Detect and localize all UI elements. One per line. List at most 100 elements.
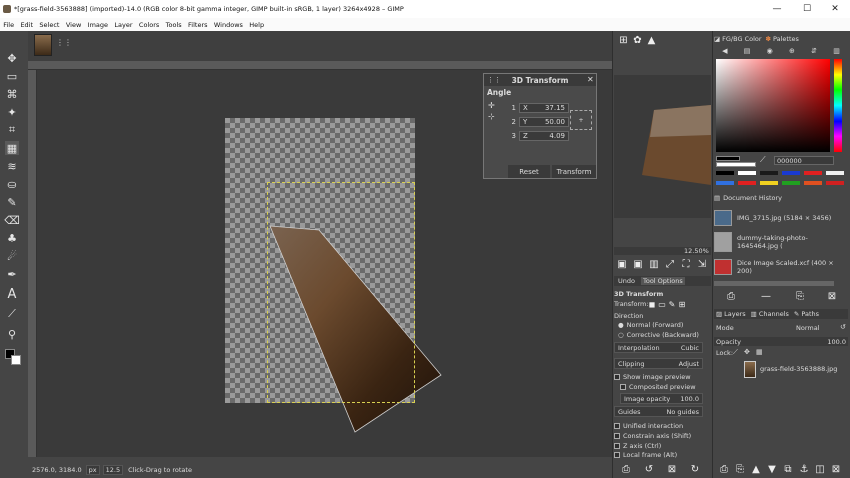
menu-help[interactable]: Help [246, 21, 267, 29]
zoom-select[interactable]: 12.5 [102, 465, 124, 475]
hex-color-field[interactable]: 000000 [774, 156, 834, 165]
fg-color-preview[interactable] [716, 156, 740, 161]
shrink-wrap-icon[interactable]: ⇲ [696, 258, 708, 270]
anchor-layer-icon[interactable]: ⚓ [798, 463, 810, 475]
normal-radio[interactable]: ● Normal (Forward) [618, 320, 683, 330]
color-history-swatch[interactable] [716, 181, 734, 185]
menu-file[interactable]: File [0, 21, 17, 29]
scales-selector-icon[interactable]: ▥ [833, 47, 840, 55]
move-icon[interactable]: ⊹ [488, 112, 495, 121]
lower-layer-icon[interactable]: ▼ [766, 463, 778, 475]
menu-view[interactable]: View [63, 21, 85, 29]
paths-tool-icon[interactable]: ✒ [5, 267, 19, 281]
fit-image-icon[interactable]: ⛶ [680, 258, 692, 270]
menu-image[interactable]: Image [84, 21, 111, 29]
color-history-swatch[interactable] [782, 171, 800, 175]
menu-layer[interactable]: Layer [111, 21, 136, 29]
bg-color-preview[interactable] [716, 162, 756, 167]
show-preview-checkbox[interactable]: Show image preview [614, 372, 691, 382]
minimize-button[interactable]: — [762, 0, 792, 18]
horizontal-ruler[interactable] [28, 61, 612, 70]
clone-tool-icon[interactable]: ♣ [5, 231, 19, 245]
navigator-preview[interactable] [614, 75, 711, 218]
delete-layer-icon[interactable]: ⊠ [830, 463, 842, 475]
close-button[interactable]: ✕ [820, 0, 850, 18]
maximize-button[interactable]: ☐ [792, 0, 822, 18]
transform-image-icon[interactable]: ⊞ [676, 298, 688, 310]
mask-layer-icon[interactable]: ◫ [814, 463, 826, 475]
color-square[interactable] [716, 59, 830, 152]
rotation-pivot-widget[interactable]: + [570, 110, 592, 130]
patterns-tab-icon[interactable]: ▲ [645, 34, 658, 47]
history-item[interactable]: dummy-taking-photo-1645464.jpg ( [714, 231, 848, 253]
open-history-icon[interactable]: ⎙ [725, 290, 737, 302]
transform-button[interactable]: Transform [552, 165, 596, 178]
eraser-icon[interactable]: ⌫ [4, 213, 20, 227]
dialog-drag-icon[interactable]: ⋮⋮ [487, 76, 501, 84]
color-history-swatch[interactable] [826, 171, 844, 175]
menu-filters[interactable]: Filters [185, 21, 211, 29]
duplicate-layer-icon[interactable]: ⧉ [782, 463, 794, 475]
composited-checkbox[interactable]: Composited preview [620, 382, 696, 392]
palettes-tab[interactable]: Palettes [773, 35, 799, 43]
text-tool-icon[interactable]: A [5, 287, 19, 302]
undo-tab[interactable]: Undo [618, 277, 635, 285]
layer-opacity-slider[interactable]: Opacity 100.0 [714, 337, 848, 346]
bucket-fill-icon[interactable]: ⛀ [5, 177, 19, 191]
fuzzy-select-icon[interactable]: ✦ [5, 105, 19, 119]
color-history-swatch[interactable] [826, 181, 844, 185]
hue-strip[interactable] [834, 59, 842, 152]
history-item[interactable]: IMG_3715.jpg (5184 × 3456) [714, 207, 848, 229]
transform-tool-icon[interactable]: ▦ [5, 141, 19, 155]
color-history-swatch[interactable] [804, 171, 822, 175]
lock-position-icon[interactable]: ✥ [744, 348, 750, 356]
paths-tab[interactable]: Paths [801, 310, 819, 318]
zoom-one-icon[interactable]: ▥ [648, 258, 660, 270]
channels-tab[interactable]: Channels [759, 310, 789, 318]
color-history-swatch[interactable] [782, 181, 800, 185]
fit-window-icon[interactable]: ⤢ [664, 258, 676, 270]
local-checkbox[interactable]: Local frame (Alt) [614, 451, 677, 459]
warp-tool-icon[interactable]: ≋ [5, 159, 19, 173]
water-selector-icon[interactable]: ⊕ [789, 47, 795, 55]
delete-options-icon[interactable]: ⊠ [666, 463, 678, 475]
menu-select[interactable]: Select [36, 21, 62, 29]
menu-tools[interactable]: Tools [162, 21, 184, 29]
gimp-selector-icon[interactable]: ◀ [722, 47, 727, 55]
raise-layer-icon[interactable]: ▲ [750, 463, 762, 475]
history-item[interactable]: Dice Image Scaled.xcf (400 × 200) [714, 256, 848, 278]
guides-select[interactable]: Guides No guides [614, 406, 703, 417]
color-history-swatch[interactable] [716, 171, 734, 175]
interpolation-select[interactable]: Interpolation Cubic [614, 342, 703, 353]
lock-pixels-icon[interactable]: ⟋ [733, 348, 738, 357]
dialog-close-icon[interactable]: ✕ [587, 75, 594, 84]
cmyk-selector-icon[interactable]: ▤ [744, 47, 751, 55]
lock-alpha-icon[interactable]: ▦ [756, 348, 763, 356]
tab-menu-icon[interactable]: ⋮⋮ [56, 38, 72, 47]
corrective-radio[interactable]: ○ Corrective (Backward) [618, 330, 699, 340]
wheel-selector-icon[interactable]: ◉ [767, 47, 773, 55]
image-tab-thumbnail[interactable] [34, 34, 52, 56]
tool-options-tab[interactable]: Tool Options [640, 277, 685, 285]
smudge-tool-icon[interactable]: ☄ [5, 249, 19, 263]
reset-options-icon[interactable]: ↻ [689, 463, 701, 475]
unit-select[interactable]: px [85, 465, 100, 475]
layers-tab[interactable]: Layers [724, 310, 746, 318]
color-picker-icon[interactable]: ⟋ [5, 307, 19, 321]
zoom-tool-icon[interactable]: ⚲ [5, 327, 19, 341]
image-opacity-slider[interactable]: Image opacity 100.0 [620, 393, 703, 404]
color-history-swatch[interactable] [738, 181, 756, 185]
new-group-icon[interactable]: ⎘ [734, 463, 746, 475]
color-history-swatch[interactable] [760, 171, 778, 175]
save-options-icon[interactable]: ⎙ [620, 463, 632, 475]
zoom-out-icon[interactable]: ▣ [616, 258, 628, 270]
bg-color-swatch[interactable] [11, 355, 21, 365]
history-scrollbar[interactable] [714, 281, 834, 286]
unified-checkbox[interactable]: Unified interaction [614, 421, 683, 431]
constrain-checkbox[interactable]: Constrain axis (Shift) [614, 431, 691, 441]
menu-edit[interactable]: Edit [17, 21, 36, 29]
reset-button[interactable]: Reset [508, 165, 550, 178]
brushes-tab-icon[interactable]: ✿ [631, 34, 644, 47]
restore-options-icon[interactable]: ↺ [643, 463, 655, 475]
free-select-icon[interactable]: ⌘ [5, 87, 19, 101]
